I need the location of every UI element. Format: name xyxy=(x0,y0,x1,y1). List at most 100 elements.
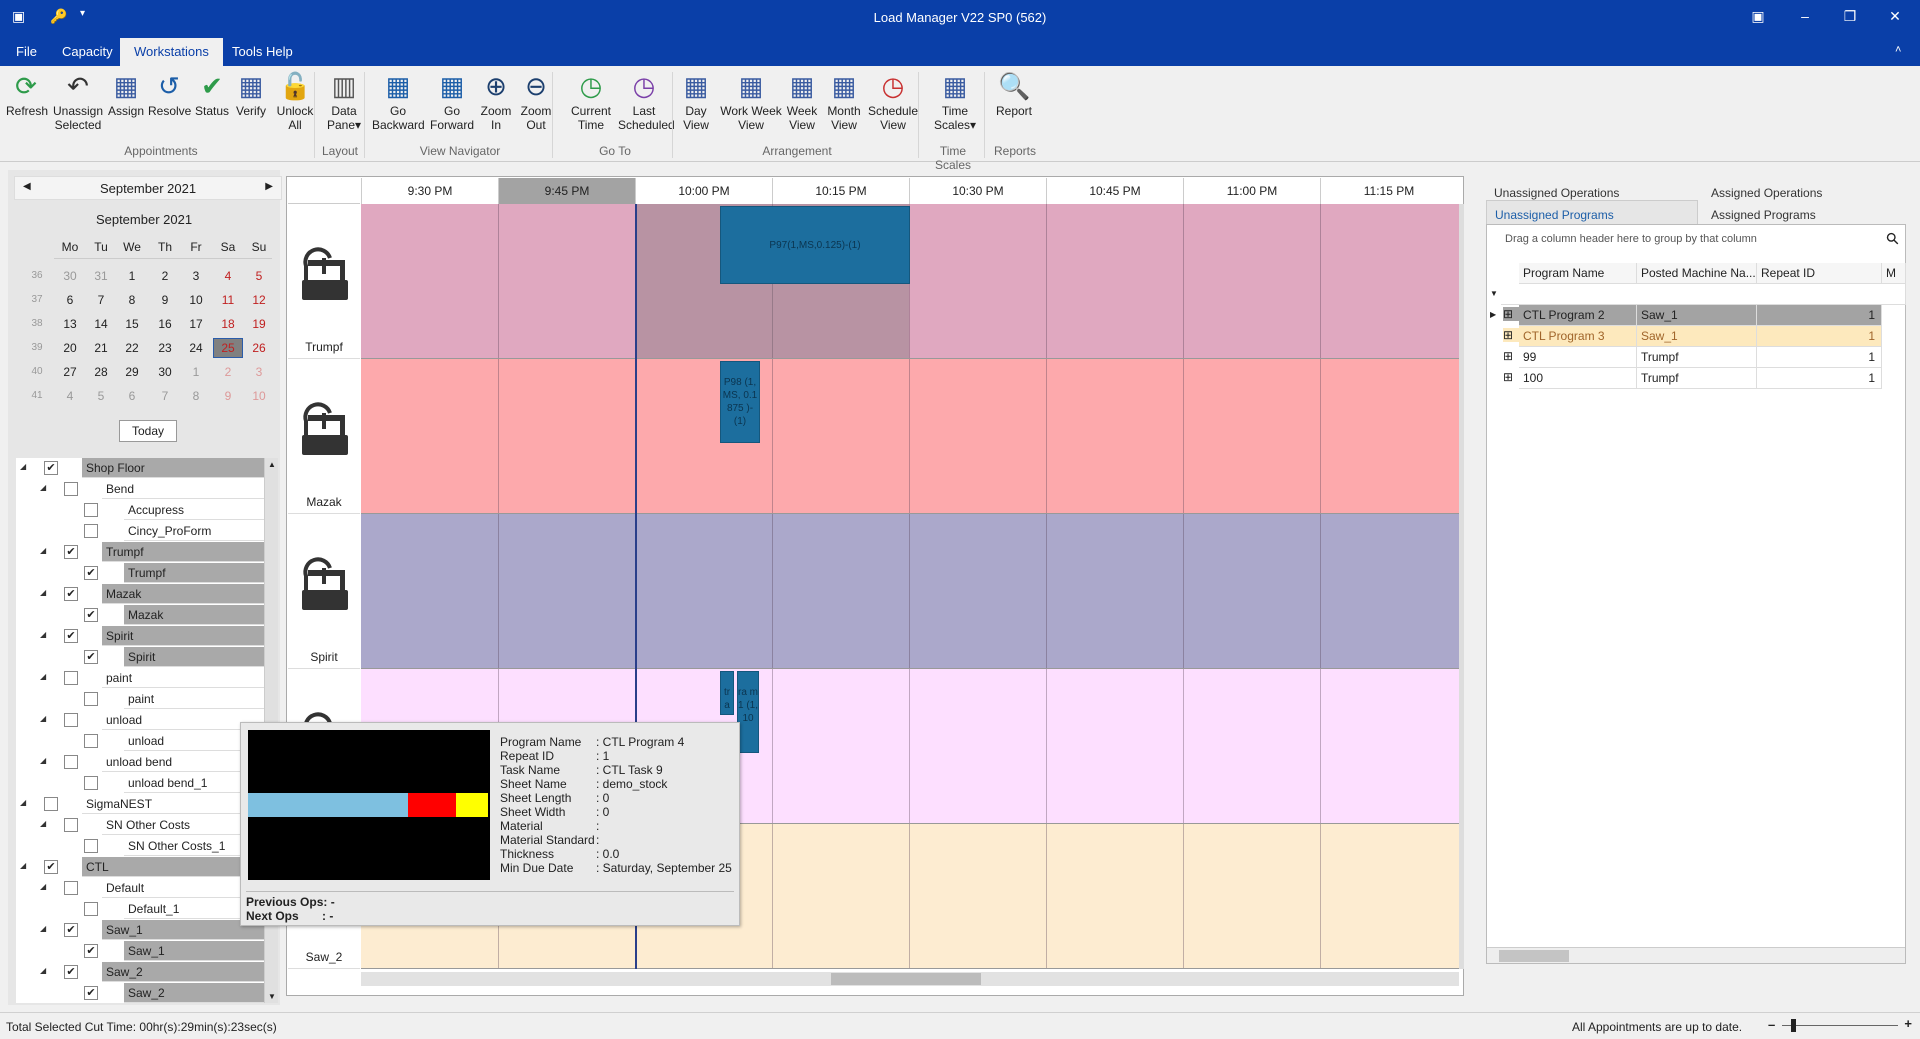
tree-checkbox[interactable]: ✔ xyxy=(64,965,78,979)
zoom-slider[interactable]: – + xyxy=(1768,1016,1912,1035)
time-slot-header[interactable]: 10:30 PM xyxy=(909,178,1046,204)
program-row[interactable]: ⊞ 100 Trumpf 1 xyxy=(1487,368,1905,389)
status-button[interactable]: ✔ Status xyxy=(194,70,230,118)
tree-checkbox[interactable] xyxy=(64,755,78,769)
unlock-button[interactable]: 🔓 Unlock All xyxy=(276,70,314,132)
verify-button[interactable]: ▦ Verify xyxy=(233,70,269,118)
time-slot-header[interactable]: 11:15 PM xyxy=(1320,178,1457,204)
tree-node[interactable]: ◢ paint xyxy=(16,668,272,689)
calendar-day[interactable]: 28 xyxy=(86,365,116,379)
expand-icon[interactable]: ◢ xyxy=(20,798,26,807)
calendar-day[interactable]: 3 xyxy=(181,269,211,283)
goforward-button[interactable]: ▦ Go Forward xyxy=(428,70,476,132)
restore-button[interactable]: ❐ xyxy=(1835,8,1865,25)
timescales-button[interactable]: ▦ Time Scales▾ xyxy=(932,70,978,132)
scheduleview-button[interactable]: ◷ Schedule View xyxy=(864,70,922,132)
appointment-block[interactable]: P97(1,MS,0.125)-(1) xyxy=(720,206,910,284)
calendar-day[interactable]: 11 xyxy=(213,293,243,307)
tree-node[interactable]: ◢ unload xyxy=(16,710,272,731)
scheduler-vertical-scrollbar[interactable] xyxy=(1459,204,1464,969)
zoom-plus-icon[interactable]: + xyxy=(1904,1016,1912,1031)
calendar-day[interactable]: 14 xyxy=(86,317,116,331)
calendar-day[interactable]: 25 xyxy=(213,338,243,358)
zoom-slider-thumb[interactable] xyxy=(1791,1019,1797,1032)
calendar-day[interactable]: 15 xyxy=(117,317,147,331)
tree-checkbox[interactable]: ✔ xyxy=(84,986,98,1000)
expand-icon[interactable]: ◢ xyxy=(40,756,46,765)
tree-node[interactable]: Cincy_ProForm xyxy=(16,521,272,542)
tree-checkbox[interactable] xyxy=(64,818,78,832)
tree-checkbox[interactable] xyxy=(64,881,78,895)
expand-icon[interactable]: ◢ xyxy=(40,630,46,639)
calendar-day[interactable]: 30 xyxy=(150,365,180,379)
program-row[interactable]: ⊞ CTL Program 3 Saw_1 1 xyxy=(1487,326,1905,347)
calendar-day[interactable]: 21 xyxy=(86,341,116,355)
tree-checkbox[interactable] xyxy=(64,713,78,727)
expand-icon[interactable]: ◢ xyxy=(20,861,26,870)
tree-node[interactable]: paint xyxy=(16,689,272,710)
gobackward-button[interactable]: ▦ Go Backward xyxy=(372,70,425,132)
calendar-day[interactable]: 6 xyxy=(55,293,85,307)
expand-icon[interactable]: ◢ xyxy=(40,882,46,891)
search-icon[interactable]: ⚲ xyxy=(1882,228,1904,250)
column-header[interactable]: Repeat ID xyxy=(1757,263,1882,284)
expand-row-icon[interactable]: ⊞ xyxy=(1503,328,1519,342)
calendar-day[interactable]: 1 xyxy=(117,269,147,283)
zoom-minus-icon[interactable]: – xyxy=(1768,1017,1775,1032)
calendar-day[interactable]: 24 xyxy=(181,341,211,355)
tab-assigned-programs[interactable]: Assigned Programs xyxy=(1711,208,1816,222)
tree-checkbox[interactable] xyxy=(84,524,98,538)
minimize-button[interactable]: – xyxy=(1790,8,1820,24)
unassign-button[interactable]: ↶ Unassign Selected xyxy=(52,70,104,132)
tree-node[interactable]: ✔ Saw_2 xyxy=(16,983,272,1003)
ribbon-display-icon[interactable]: ▣ xyxy=(1743,8,1773,25)
next-month-button[interactable]: ▶ xyxy=(265,181,273,192)
tree-checkbox[interactable] xyxy=(84,839,98,853)
tree-checkbox[interactable] xyxy=(84,734,98,748)
report-button[interactable]: 🔍 Report xyxy=(992,70,1036,118)
tree-node[interactable]: ◢ ✔ Saw_1 xyxy=(16,920,272,941)
tree-checkbox[interactable] xyxy=(44,797,58,811)
appointment-block[interactable]: tr a ... xyxy=(720,671,734,715)
tree-checkbox[interactable]: ✔ xyxy=(44,461,58,475)
calendar-day[interactable]: 20 xyxy=(55,341,85,355)
tree-checkbox[interactable]: ✔ xyxy=(84,944,98,958)
calendar-day[interactable]: 26 xyxy=(244,341,274,355)
tree-checkbox[interactable]: ✔ xyxy=(64,587,78,601)
resolve-button[interactable]: ↺ Resolve xyxy=(148,70,191,118)
calendar-day[interactable]: 17 xyxy=(181,317,211,331)
tab-assigned-operations[interactable]: Assigned Operations xyxy=(1711,186,1822,200)
workweekview-button[interactable]: ▦ Work Week View xyxy=(720,70,782,132)
calendar-day[interactable]: 22 xyxy=(117,341,147,355)
tree-node[interactable]: unload xyxy=(16,731,272,752)
resource-lane[interactable] xyxy=(361,359,1459,514)
tab-unassigned-operations[interactable]: Unassigned Operations xyxy=(1494,186,1619,200)
tree-checkbox[interactable] xyxy=(84,503,98,517)
tree-node[interactable]: SN Other Costs_1 xyxy=(16,836,272,857)
program-row[interactable]: ⊞ 99 Trumpf 1 xyxy=(1487,347,1905,368)
calendar-day[interactable]: 29 xyxy=(117,365,147,379)
calendar-day[interactable]: 8 xyxy=(117,293,147,307)
tree-checkbox[interactable] xyxy=(84,692,98,706)
time-slot-header[interactable]: 9:45 PM xyxy=(498,178,635,204)
calendar-day[interactable]: 5 xyxy=(244,269,274,283)
calendar-day[interactable]: 7 xyxy=(150,389,180,403)
datapane-button[interactable]: ▥ Data Pane▾ xyxy=(326,70,362,132)
scrollbar-thumb[interactable] xyxy=(1499,950,1569,962)
filter-icon[interactable]: ▼ xyxy=(1490,289,1498,298)
appointment-block[interactable]: P98 (1,MS, 0.1875 )-(1) xyxy=(720,361,760,443)
tree-node[interactable]: Default_1 xyxy=(16,899,272,920)
calendar-day[interactable]: 2 xyxy=(213,365,243,379)
dayview-button[interactable]: ▦ Day View xyxy=(678,70,714,132)
tree-checkbox[interactable]: ✔ xyxy=(44,860,58,874)
tree-checkbox[interactable]: ✔ xyxy=(64,545,78,559)
tree-node[interactable]: ◢ ✔ Mazak xyxy=(16,584,272,605)
scrollbar-thumb[interactable] xyxy=(831,973,981,985)
expand-icon[interactable]: ◢ xyxy=(40,546,46,555)
calendar-day[interactable]: 2 xyxy=(150,269,180,283)
tree-node[interactable]: ◢ Bend xyxy=(16,479,272,500)
tree-checkbox[interactable] xyxy=(64,482,78,496)
calendar-day[interactable]: 13 xyxy=(55,317,85,331)
calendar-day[interactable]: 7 xyxy=(86,293,116,307)
close-button[interactable]: ✕ xyxy=(1880,8,1910,25)
